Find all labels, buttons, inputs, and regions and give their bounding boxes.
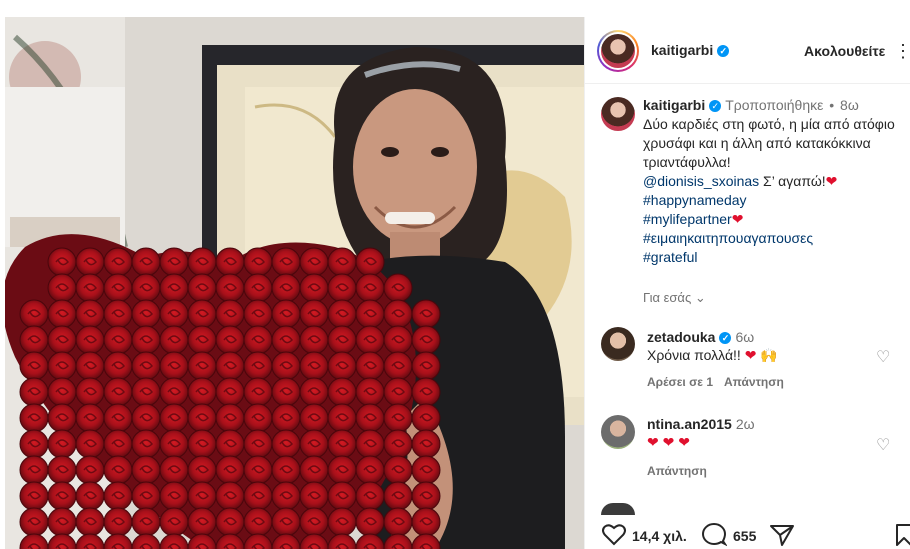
- hashtag-line: #mylifepartner❤: [643, 210, 905, 229]
- comment-avatar[interactable]: [601, 503, 635, 515]
- comment-text: Χρόνια πολλά!! ❤ 🙌: [647, 347, 778, 364]
- post-photo[interactable]: [5, 17, 584, 549]
- for-you-toggle[interactable]: Για εσάς ⌄: [643, 290, 706, 306]
- reply-button[interactable]: Απάντηση: [647, 464, 707, 478]
- comment-username[interactable]: ntina.an2015 2ω: [647, 416, 755, 432]
- comment-icon[interactable]: [701, 523, 727, 547]
- comment-like-icon[interactable]: ♡: [876, 435, 890, 455]
- more-icon[interactable]: ⋮: [894, 41, 910, 62]
- share-icon[interactable]: [769, 523, 795, 547]
- verified-icon: ✓: [719, 332, 732, 344]
- comment-avatar[interactable]: [601, 327, 635, 361]
- comments-count[interactable]: 655: [733, 528, 756, 544]
- post-details-panel: kaitigarbi ✓ Ακολουθείτε ⋮ kaitigarbi ✓ Τρο…: [584, 17, 910, 549]
- verified-icon: ✓: [709, 100, 722, 112]
- comment-username-text[interactable]: ntina.an2015: [647, 416, 732, 432]
- caption-time: 8ω: [840, 97, 859, 113]
- for-you-label[interactable]: Για εσάς: [643, 290, 691, 305]
- author-username[interactable]: kaitigarbi ✓: [651, 42, 730, 58]
- comment-time: 2ω: [735, 416, 755, 432]
- post-header: kaitigarbi ✓ Ακολουθείτε ⋮: [585, 17, 910, 84]
- caption: kaitigarbi ✓ Τροποποιήθηκε • 8ω Δύο καρδιέ…: [643, 96, 905, 267]
- comment-like-icon[interactable]: ♡: [876, 347, 890, 367]
- heart-emoji-icon: ❤: [825, 173, 838, 189]
- heart-emoji-icon: ❤: [662, 434, 675, 450]
- comment-time: 6ω: [735, 329, 755, 345]
- following-button[interactable]: Ακολουθείτε: [804, 43, 885, 59]
- heart-emoji-icon: ❤: [678, 434, 690, 450]
- hashtag-link[interactable]: #happynameday: [643, 191, 905, 210]
- caption-header: kaitigarbi ✓ Τροποποιήθηκε • 8ω: [643, 96, 905, 115]
- author-username-text[interactable]: kaitigarbi: [651, 42, 713, 58]
- action-bar: 14,4 χιλ. 655: [585, 521, 910, 549]
- comment-avatar[interactable]: [601, 415, 635, 449]
- reply-button[interactable]: Απάντηση: [724, 375, 784, 389]
- caption-dot: •: [829, 97, 835, 113]
- mention-link[interactable]: @dionisis_sxoinas: [643, 173, 759, 189]
- heart-emoji-icon: ❤: [731, 211, 744, 227]
- caption-avatar[interactable]: [601, 97, 635, 131]
- comment-likes[interactable]: Αρέσει σε 1: [647, 375, 713, 389]
- caption-mention-tail: Σ’ αγαπώ!: [759, 173, 826, 189]
- comment-username-text[interactable]: zetadouka: [647, 329, 715, 345]
- caption-username[interactable]: kaitigarbi: [643, 97, 705, 113]
- likes-count[interactable]: 14,4 χιλ.: [632, 528, 687, 544]
- comment-username[interactable]: zetadouka ✓ 6ω: [647, 329, 754, 345]
- heart-emoji-icon: ❤: [744, 347, 757, 363]
- author-avatar[interactable]: [597, 30, 639, 72]
- comment-text: ❤ ❤ ❤: [647, 434, 690, 451]
- save-icon[interactable]: [895, 523, 910, 547]
- caption-mention-line: @dionisis_sxoinas Σ’ αγαπώ!❤: [643, 172, 905, 191]
- chevron-down-icon: ⌄: [694, 290, 706, 305]
- like-icon[interactable]: [601, 523, 627, 547]
- hashtag-link[interactable]: #ειμαιηκαιτηπουαγαπουσες: [643, 229, 905, 248]
- caption-text: Δύο καρδιές στη φωτό, η μία από ατόφιο χ…: [643, 116, 895, 170]
- hashtag-link[interactable]: #mylifepartner: [643, 211, 732, 227]
- edited-label: Τροποποιήθηκε: [725, 97, 824, 113]
- heart-emoji-icon: ❤: [647, 434, 659, 450]
- raised-hands-emoji-icon: 🙌: [760, 347, 778, 363]
- photo-illustration: [5, 17, 584, 549]
- verified-icon: ✓: [717, 45, 730, 57]
- hashtag-link[interactable]: #grateful: [643, 248, 905, 267]
- comment-text-content: Χρόνια πολλά!!: [647, 347, 741, 363]
